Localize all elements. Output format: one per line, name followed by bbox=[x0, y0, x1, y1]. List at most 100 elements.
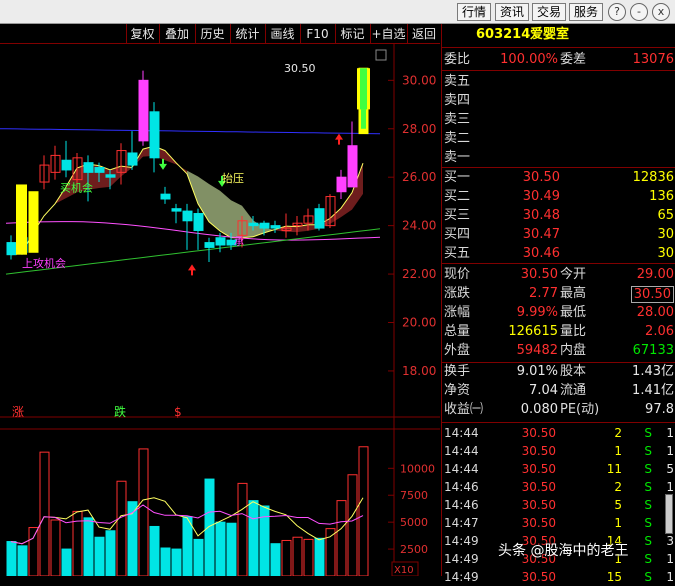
tick-row: 14:44 30.50 1 S 1 bbox=[442, 442, 675, 460]
stat-value: 2.77 bbox=[529, 286, 558, 301]
ask-row: 卖一 bbox=[442, 149, 675, 167]
max-price-label: 30.50 bbox=[284, 62, 316, 75]
signal-rise-label: 涨 bbox=[12, 404, 24, 419]
minimize-icon[interactable]: - bbox=[630, 3, 648, 21]
mark-button[interactable]: 标记 bbox=[335, 24, 369, 44]
tick-price: 30.50 bbox=[521, 426, 556, 440]
candle-body bbox=[182, 210, 193, 222]
stat-label: 最低 bbox=[560, 305, 587, 320]
tick-count: 3 bbox=[666, 534, 674, 548]
volume-bar bbox=[226, 522, 237, 576]
quote-stat-row: 涨幅 9.99% 最低 28.00 bbox=[442, 304, 675, 322]
tick-row: 14:44 30.50 2 S 1 bbox=[442, 424, 675, 442]
tick-count: 1 bbox=[666, 444, 674, 458]
stock-code: 603214 bbox=[476, 27, 531, 42]
bid-row: 买一 30.50 12836 bbox=[442, 169, 675, 187]
restore-rights-button[interactable]: 复权 bbox=[126, 24, 158, 44]
help-icon[interactable]: ? bbox=[608, 3, 626, 21]
overlay-button[interactable]: 叠加 bbox=[159, 24, 194, 44]
history-button[interactable]: 历史 bbox=[195, 24, 229, 44]
back-button[interactable]: 返回 bbox=[407, 24, 440, 44]
tick-price: 30.50 bbox=[521, 498, 556, 512]
chart-grid bbox=[0, 44, 440, 576]
volume-bar bbox=[325, 528, 336, 576]
y-tick-label: 30.00 bbox=[402, 73, 436, 87]
stat-value: 0.080 bbox=[520, 402, 558, 417]
bid-label: 买二 bbox=[444, 189, 471, 204]
ma-band-segment bbox=[341, 192, 352, 218]
ask-label: 卖四 bbox=[444, 93, 471, 108]
bid-row: 买三 30.48 65 bbox=[442, 207, 675, 225]
volume-bar bbox=[94, 536, 105, 576]
trade-button[interactable]: 交易 bbox=[532, 3, 566, 21]
ma-line-blue bbox=[0, 128, 381, 135]
bid-row: 买四 30.47 30 bbox=[442, 226, 675, 244]
tick-time: 14:49 bbox=[444, 552, 479, 566]
f10-button[interactable]: F10 bbox=[300, 24, 334, 44]
y-tick-label: 18.00 bbox=[402, 364, 436, 378]
watermark: 头条 @股海中的老王 bbox=[498, 543, 629, 559]
limit-up-candle-lower bbox=[361, 109, 366, 129]
candle-body bbox=[204, 242, 215, 248]
quotes-button[interactable]: 行情 bbox=[457, 3, 491, 21]
buy-arrow-icon bbox=[335, 133, 343, 145]
scrollbar[interactable] bbox=[665, 494, 673, 534]
volume-bar bbox=[314, 537, 325, 576]
stat-label: 总量 bbox=[444, 324, 471, 339]
annotation-label: 买机会 bbox=[60, 181, 93, 195]
quote-stat-row: 涨跌 2.77 最高 30.50 bbox=[442, 285, 675, 303]
signal-fall-label: 跌 bbox=[114, 404, 126, 419]
volume-bar bbox=[138, 448, 149, 576]
tick-side: S bbox=[644, 552, 652, 566]
volume-bar bbox=[160, 547, 171, 576]
kline-chart[interactable]: 30.00 28.00 26.00 24.00 22.00 20.00 18.00 30.50… bbox=[0, 44, 440, 576]
tick-time: 14:49 bbox=[444, 534, 479, 548]
candle-body bbox=[138, 79, 149, 142]
chart-corner-box[interactable] bbox=[375, 49, 387, 61]
y-tick-label: 22.00 bbox=[402, 267, 436, 281]
stat-label: 外盘 bbox=[444, 343, 471, 358]
tick-row: 14:49 30.50 15 S 1 bbox=[442, 568, 675, 586]
bid-volume: 30 bbox=[657, 246, 674, 261]
add-watchlist-button[interactable]: +自选 bbox=[370, 24, 406, 44]
stat-value: 30.50 bbox=[520, 267, 558, 282]
vol-tick-label: 5000 bbox=[400, 516, 428, 529]
statistics-button[interactable]: 统计 bbox=[230, 24, 264, 44]
candle-body bbox=[270, 225, 281, 229]
candle-body bbox=[347, 145, 358, 188]
ma-band-segment bbox=[209, 183, 220, 231]
volume-series bbox=[6, 446, 369, 576]
draw-line-button[interactable]: 画线 bbox=[265, 24, 299, 44]
stat-value: 2.06 bbox=[645, 324, 674, 339]
y-tick-label: 20.00 bbox=[402, 316, 436, 330]
stat-label: PE(动) bbox=[560, 402, 600, 417]
tick-time: 14:49 bbox=[444, 570, 479, 584]
bid-row: 买二 30.49 136 bbox=[442, 188, 675, 206]
news-button[interactable]: 资讯 bbox=[495, 3, 529, 21]
y-tick-label: 24.00 bbox=[402, 219, 436, 233]
vol-tick-label: 2500 bbox=[400, 543, 428, 556]
volume-bar bbox=[28, 527, 39, 576]
stat-label: 收益㈠ bbox=[444, 402, 484, 417]
bid-volume: 12836 bbox=[632, 170, 674, 185]
volume-bar bbox=[171, 548, 182, 576]
candle-body bbox=[28, 191, 39, 253]
service-button[interactable]: 服务 bbox=[569, 3, 603, 21]
ask-label: 卖五 bbox=[444, 74, 471, 89]
bid-price: 30.46 bbox=[522, 246, 560, 261]
axis-labels: 30.00 28.00 26.00 24.00 22.00 20.00 18.00 30.50… bbox=[12, 62, 436, 576]
y-tick-label: 28.00 bbox=[402, 122, 436, 136]
volume-bar bbox=[347, 474, 358, 576]
stat-value: 67133 bbox=[632, 343, 674, 358]
tick-count: 5 bbox=[666, 462, 674, 476]
vol-tick-label: 10000 bbox=[400, 462, 435, 475]
tick-time: 14:46 bbox=[444, 480, 479, 494]
close-icon[interactable]: x bbox=[652, 3, 670, 21]
tick-side: S bbox=[644, 534, 652, 548]
volume-bar bbox=[149, 525, 160, 576]
tick-price: 30.50 bbox=[521, 480, 556, 494]
tick-price: 30.50 bbox=[521, 570, 556, 584]
volume-bar bbox=[204, 478, 215, 576]
ask-label: 卖二 bbox=[444, 131, 471, 146]
candle-body bbox=[83, 162, 94, 173]
